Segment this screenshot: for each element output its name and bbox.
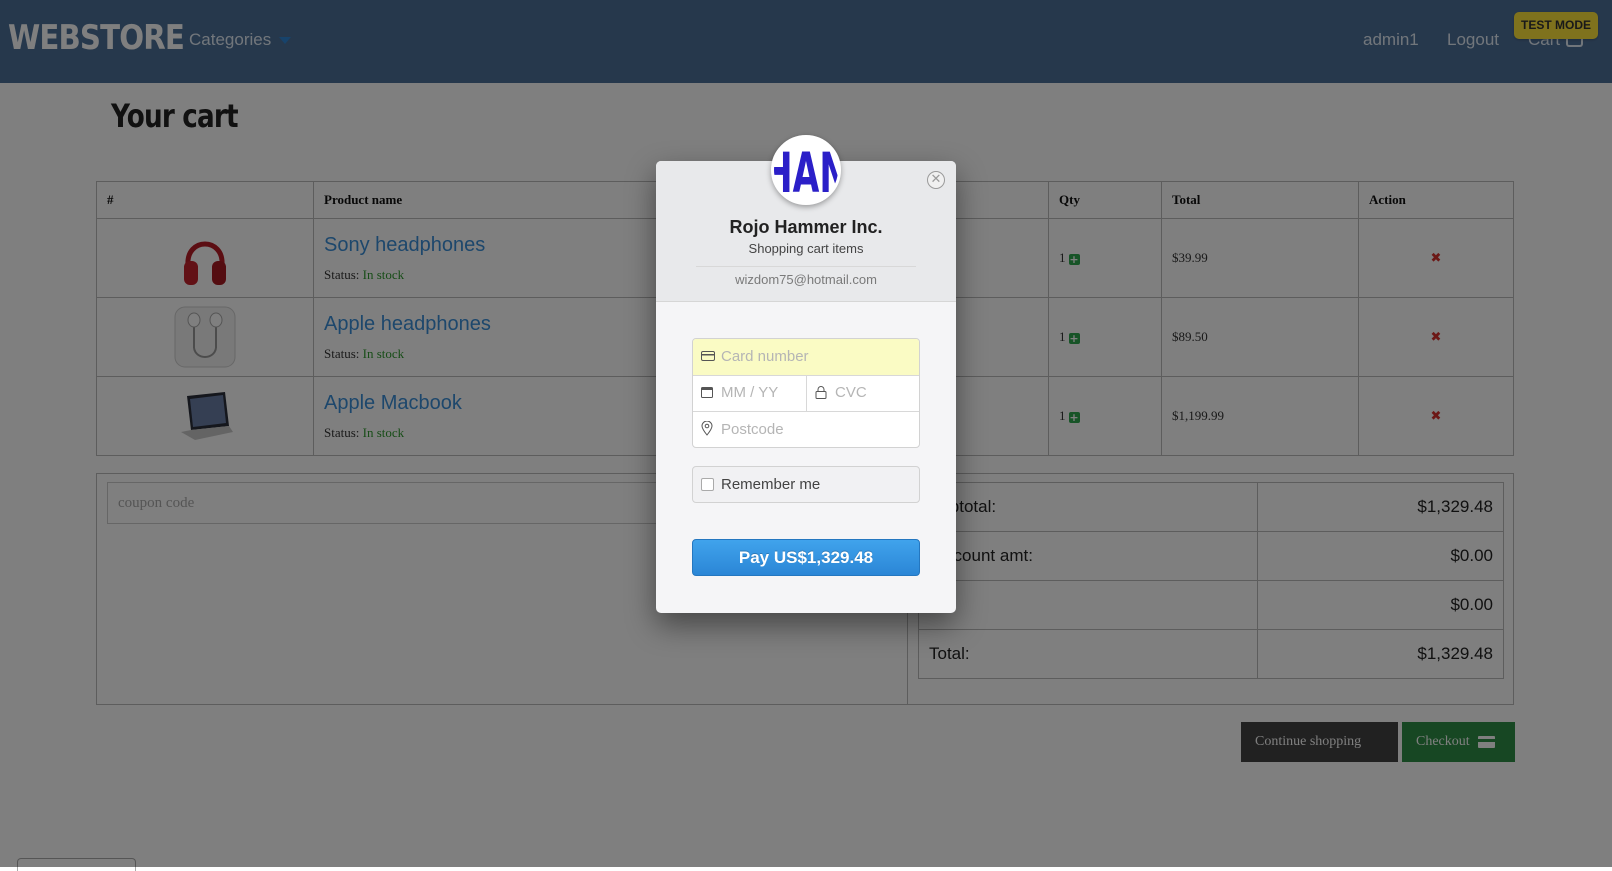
credit-card-icon <box>701 351 715 361</box>
merchant-name: Rojo Hammer Inc. <box>729 217 883 237</box>
location-pin-icon <box>701 421 713 436</box>
merchant-logo: HAN <box>771 135 841 205</box>
pay-button[interactable]: Pay US$1,329.48 <box>692 539 920 576</box>
email-separator <box>696 266 916 267</box>
payment-modal: ✕ Rojo Hammer Inc. Shopping cart items w… <box>656 161 956 613</box>
postcode-input[interactable] <box>721 421 901 438</box>
merchant-logo-text: HAN <box>774 140 838 202</box>
card-number-input[interactable] <box>721 348 901 365</box>
lock-icon <box>815 386 827 399</box>
expiry-input[interactable] <box>721 384 801 401</box>
card-number-row <box>693 339 919 376</box>
payment-description: Shopping cart items <box>748 241 864 256</box>
expiry-row <box>693 375 807 412</box>
postcode-row <box>693 412 919 447</box>
customer-email: wizdom75@hotmail.com <box>735 272 877 287</box>
remember-me-label: Remember me <box>721 476 821 493</box>
close-icon[interactable]: ✕ <box>927 171 945 189</box>
merchant-logo-image: HAN <box>774 138 838 202</box>
cvc-input[interactable] <box>835 384 913 401</box>
remember-me-checkbox[interactable] <box>701 478 714 491</box>
card-fields <box>692 338 920 448</box>
calendar-icon <box>701 387 713 398</box>
cvc-row <box>807 375 919 412</box>
remember-me-toggle[interactable]: Remember me <box>692 466 920 503</box>
